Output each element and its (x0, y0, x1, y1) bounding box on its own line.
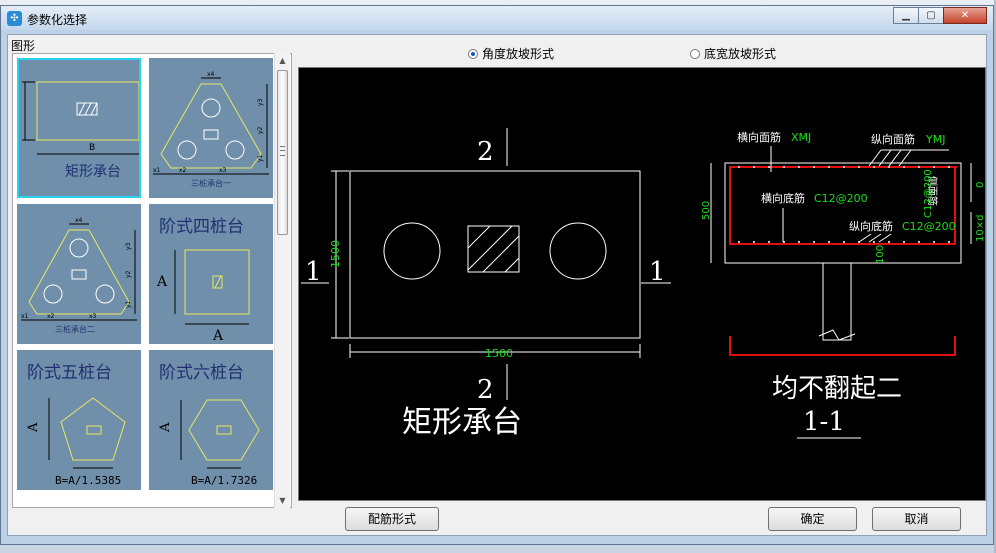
svg-text:y2: y2 (125, 270, 132, 278)
thumb-step-four-pile[interactable]: 阶式四桩台 A A (149, 204, 273, 344)
thumb-label: 矩形承台 (65, 164, 121, 180)
thumb-label: 阶式六桩台 (159, 363, 244, 383)
svg-text:0: 0 (975, 182, 986, 188)
svg-text:C12@200: C12@200 (923, 169, 934, 218)
slope-option-group: 角度放坡形式 底宽放坡形式 (298, 42, 988, 64)
thumb-three-pile-2[interactable]: x4 y3 y2 y1 x1 x2 x3 三桩承台二 (17, 204, 141, 344)
minimize-icon[interactable]: ▁ (893, 7, 919, 24)
title-bar[interactable]: ✣ 参数化选择 ▁ ▢ ✕ (1, 6, 993, 30)
svg-text:横向面筋: 横向面筋 (737, 130, 781, 144)
thumb-step-five-pile[interactable]: 阶式五桩台 A B=A/1.5385 (17, 350, 141, 490)
svg-text:纵向面筋: 纵向面筋 (871, 132, 915, 146)
svg-text:y3: y3 (257, 98, 264, 106)
svg-text:x2: x2 (47, 313, 55, 320)
svg-text:y3: y3 (125, 242, 132, 250)
app-icon: ✣ (7, 11, 22, 26)
ok-button[interactable]: 确定 (768, 507, 857, 531)
svg-text:y1: y1 (257, 154, 264, 162)
dim-height: 1500 (329, 240, 342, 268)
svg-text:x1: x1 (21, 313, 29, 320)
svg-text:x2: x2 (179, 167, 187, 174)
svg-text:横向底筋: 横向底筋 (761, 191, 805, 205)
thumb-dim-b: B (89, 143, 95, 153)
drawing-caption: 矩形承台 (402, 405, 522, 440)
thumb-label: 阶式五桩台 (27, 363, 112, 383)
svg-text:x3: x3 (219, 167, 227, 174)
radio-unchecked-icon[interactable] (690, 48, 700, 59)
close-icon[interactable]: ✕ (943, 7, 987, 24)
rebar-form-button[interactable]: 配筋形式 (345, 507, 439, 531)
svg-text:x4: x4 (75, 217, 83, 224)
svg-text:x4: x4 (207, 71, 215, 78)
shape-thumbnail-list[interactable]: B 矩形承台 x4 y3 y2 y1 x1 x2 x3 三桩承台一 x4 y3 … (12, 53, 292, 508)
svg-text:x3: x3 (89, 313, 97, 320)
cancel-button[interactable]: 取消 (872, 507, 961, 531)
radio-checked-icon[interactable] (468, 48, 478, 59)
option-angle-slope[interactable]: 角度放坡形式 (468, 45, 554, 62)
thumb-label: 三桩承台一 (191, 178, 231, 188)
svg-text:C12@200: C12@200 (902, 220, 956, 233)
svg-text:A: A (156, 274, 168, 290)
thumbnail-scrollbar[interactable]: ▲ ▼ (274, 53, 290, 508)
button-bar: 配筋形式 确定 取消 (8, 501, 986, 535)
thumb-three-pile-1[interactable]: x4 y3 y2 y1 x1 x2 x3 三桩承台一 (149, 58, 273, 198)
svg-text:C12@200: C12@200 (814, 192, 868, 205)
thumb-step-six-pile[interactable]: 阶式六桩台 A B=A/1.7326 (149, 350, 273, 490)
window-controls: ▁ ▢ ✕ (893, 7, 987, 24)
svg-text:10×d: 10×d (975, 215, 986, 242)
svg-text:纵向底筋: 纵向底筋 (849, 219, 893, 233)
svg-text:100: 100 (875, 245, 886, 264)
maximize-icon[interactable]: ▢ (918, 7, 944, 24)
thumb-rect-cap[interactable]: B 矩形承台 (17, 58, 141, 198)
section-mark-left: 1 (305, 257, 322, 287)
thumb-formula: B=A/1.5385 (55, 474, 121, 487)
svg-text:500: 500 (701, 201, 712, 220)
scroll-up-icon[interactable]: ▲ (275, 53, 290, 68)
scroll-thumb[interactable] (277, 70, 288, 235)
svg-text:A: A (212, 328, 224, 344)
thumb-label: 三桩承台二 (55, 324, 95, 334)
svg-text:x1: x1 (153, 167, 161, 174)
drawing-note: 均不翻起二 (772, 374, 902, 404)
dialog-client: 图形 B 矩形承台 x4 y3 y2 y1 x1 x2 x3 三桩承台一 x4 … (7, 34, 987, 536)
dialog-window: ✣ 参数化选择 ▁ ▢ ✕ 图形 B 矩形承台 x4 y3 y2 y1 x1 x… (0, 5, 994, 545)
svg-text:A: A (26, 422, 41, 433)
shapes-label: 图形 (11, 39, 36, 53)
svg-text:XMJ: XMJ (791, 131, 811, 144)
option-bottom-width-slope[interactable]: 底宽放坡形式 (690, 45, 776, 62)
section-mark-top: 2 (477, 137, 494, 167)
thumb-label: 阶式四桩台 (159, 217, 244, 237)
thumb-formula: B=A/1.7326 (191, 474, 257, 487)
dim-width: 1500 (485, 347, 513, 360)
svg-text:y1: y1 (125, 300, 132, 308)
section-name: 1-1 (803, 407, 845, 437)
svg-text:YMJ: YMJ (925, 133, 945, 146)
section-mark-right: 1 (649, 257, 666, 287)
section-mark-bottom: 2 (477, 375, 494, 405)
svg-text:A: A (158, 422, 173, 433)
preview-drawing: 2 2 1 1 1500 1500 矩形承台 横向面筋 XMJ 纵向面筋 YMJ… (298, 67, 986, 501)
window-title: 参数化选择 (27, 13, 88, 27)
svg-text:y2: y2 (257, 126, 264, 134)
